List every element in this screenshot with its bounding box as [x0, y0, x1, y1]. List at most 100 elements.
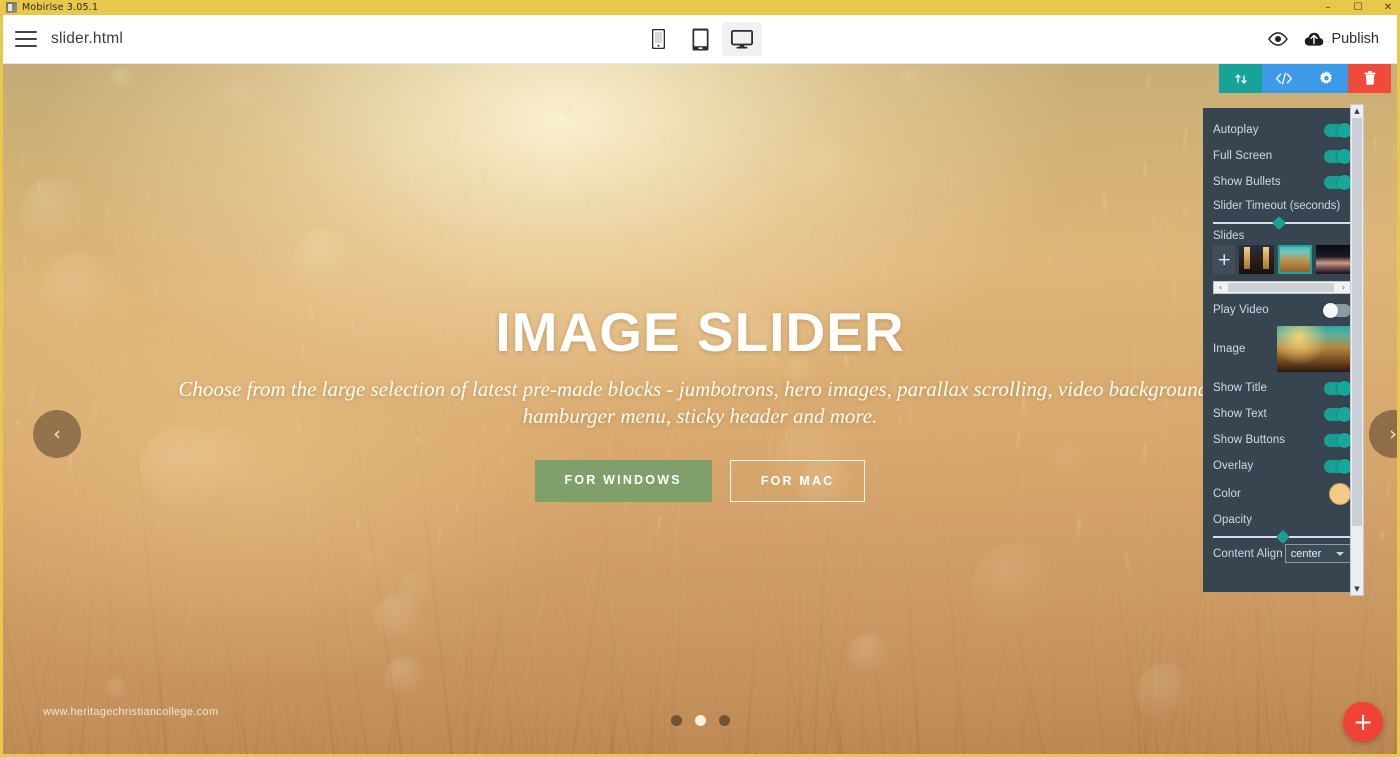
add-slide-button[interactable]: + — [1213, 245, 1236, 274]
delete-block-button[interactable] — [1348, 64, 1391, 93]
slides-thumbnail-strip: + — [1213, 245, 1351, 274]
show-text-label: Show Text — [1213, 408, 1267, 420]
slider-bullet-3[interactable] — [718, 715, 730, 726]
page-title: slider.html — [51, 30, 123, 47]
move-icon — [1234, 73, 1247, 84]
color-label: Color — [1213, 488, 1241, 500]
for-mac-button[interactable]: FOR MAC — [729, 459, 866, 502]
slide-thumbnail-2[interactable] — [1277, 245, 1313, 274]
slider-timeout-knob[interactable] — [1271, 215, 1286, 231]
setting-row-content-align: Content Align center — [1213, 544, 1351, 563]
add-block-button[interactable]: + — [1343, 702, 1383, 742]
edit-code-button[interactable] — [1262, 64, 1305, 93]
cloud-upload-icon — [1305, 32, 1324, 46]
panel-scroll-up-icon[interactable]: ▲ — [1351, 105, 1363, 117]
full-screen-label: Full Screen — [1213, 150, 1273, 162]
slider-timeout-label: Slider Timeout (seconds) — [1213, 200, 1341, 212]
panel-scroll-down-icon[interactable]: ▼ — [1351, 583, 1363, 595]
move-block-button[interactable] — [1219, 64, 1262, 93]
app-logo-icon — [6, 2, 17, 13]
slides-scroll-right-icon[interactable]: › — [1337, 282, 1350, 293]
slider-timeout-slider[interactable] — [1213, 215, 1351, 231]
image-preview[interactable] — [1277, 326, 1351, 372]
show-bullets-toggle[interactable] — [1324, 174, 1352, 190]
slides-label: Slides — [1213, 230, 1245, 242]
panel-vertical-scrollbar[interactable]: ▲ ▼ — [1350, 104, 1364, 596]
device-mobile-button[interactable] — [638, 22, 678, 56]
setting-row-color: Color — [1213, 479, 1351, 509]
show-text-toggle[interactable] — [1324, 406, 1352, 422]
maximize-icon[interactable]: ☐ — [1343, 0, 1373, 15]
window-title: Mobirise 3.05.1 — [22, 2, 99, 13]
window-title-bar: Mobirise 3.05.1 – ☐ ✕ — [3, 0, 1397, 15]
slides-horizontal-scrollbar[interactable]: ‹ › — [1213, 281, 1351, 294]
editor-canvas: IMAGE SLIDER Choose from the large selec… — [3, 64, 1397, 754]
content-align-value: center — [1290, 547, 1322, 560]
hamburger-icon[interactable] — [15, 31, 37, 47]
hero-subtitle[interactable]: Choose from the large selection of lates… — [163, 376, 1237, 430]
device-desktop-button[interactable] — [722, 22, 762, 56]
setting-row-show-buttons: Show Buttons — [1213, 427, 1352, 453]
color-swatch[interactable] — [1329, 483, 1351, 505]
code-icon — [1275, 72, 1292, 85]
preview-button[interactable] — [1268, 32, 1289, 46]
setting-row-overlay: Overlay — [1213, 453, 1352, 479]
window-controls: – ☐ ✕ — [1313, 0, 1397, 15]
device-tablet-button[interactable] — [680, 22, 720, 56]
slider-bullet-2[interactable] — [694, 715, 706, 726]
image-label: Image — [1213, 343, 1246, 355]
block-toolbar — [1219, 64, 1391, 93]
chevron-down-icon — [1336, 551, 1344, 556]
setting-row-image: Image — [1213, 323, 1351, 375]
setting-row-show-bullets: Show Bullets — [1213, 169, 1352, 195]
autoplay-toggle[interactable] — [1324, 122, 1352, 138]
play-video-label: Play Video — [1213, 304, 1269, 316]
content-align-select[interactable]: center — [1284, 544, 1351, 563]
show-buttons-toggle[interactable] — [1324, 432, 1352, 448]
setting-row-show-text: Show Text — [1213, 401, 1352, 427]
slide-thumbnail-1[interactable] — [1239, 245, 1274, 274]
tablet-icon — [692, 28, 708, 50]
close-icon[interactable]: ✕ — [1373, 0, 1397, 15]
slider-prev-arrow[interactable]: ‹ — [33, 410, 81, 458]
setting-row-show-title: Show Title — [1213, 375, 1352, 401]
eye-icon — [1268, 32, 1289, 46]
setting-row-autoplay: Autoplay — [1213, 117, 1352, 143]
show-buttons-label: Show Buttons — [1213, 434, 1286, 446]
device-preview-switcher — [638, 22, 762, 56]
autoplay-label: Autoplay — [1213, 124, 1259, 136]
gear-icon — [1319, 71, 1333, 84]
block-settings-button[interactable] — [1305, 64, 1348, 93]
opacity-knob[interactable] — [1275, 529, 1290, 545]
slides-scroll-thumb[interactable] — [1228, 283, 1334, 292]
hero-buttons: FOR WINDOWS FOR MAC — [163, 459, 1237, 502]
show-title-label: Show Title — [1213, 382, 1268, 394]
panel-scroll-thumb[interactable] — [1352, 118, 1362, 526]
trash-icon — [1364, 71, 1375, 85]
play-video-toggle[interactable] — [1323, 302, 1351, 318]
publish-button[interactable]: Publish — [1304, 31, 1379, 47]
hero-content: IMAGE SLIDER Choose from the large selec… — [3, 303, 1397, 502]
overlay-toggle[interactable] — [1324, 458, 1352, 474]
full-screen-toggle[interactable] — [1324, 148, 1352, 164]
watermark-text: www.heritagechristiancollege.com — [43, 706, 219, 718]
slide-thumbnail-3[interactable] — [1316, 245, 1351, 274]
slider-bullet-1[interactable] — [670, 715, 682, 726]
slides-scroll-left-icon[interactable]: ‹ — [1214, 282, 1227, 293]
app-header: slider.html Publish — [3, 15, 1397, 64]
publish-label: Publish — [1331, 31, 1379, 47]
show-bullets-label: Show Bullets — [1213, 176, 1281, 188]
header-actions: Publish — [1268, 31, 1379, 47]
for-windows-button[interactable]: FOR WINDOWS — [534, 459, 712, 502]
show-title-toggle[interactable] — [1324, 380, 1352, 396]
desktop-icon — [731, 29, 753, 48]
mobile-icon — [651, 29, 665, 49]
slider-settings-panel: Autoplay Full Screen Show Bullets Slider… — [1203, 108, 1361, 592]
content-align-label: Content Align — [1213, 547, 1283, 560]
opacity-slider[interactable] — [1213, 529, 1351, 545]
minimize-icon[interactable]: – — [1313, 0, 1343, 15]
setting-row-full-screen: Full Screen — [1213, 143, 1352, 169]
slider-block[interactable]: IMAGE SLIDER Choose from the large selec… — [3, 64, 1397, 754]
hero-title[interactable]: IMAGE SLIDER — [163, 303, 1237, 362]
mobirise-window: Mobirise 3.05.1 – ☐ ✕ slider.html Publis… — [0, 0, 1400, 757]
